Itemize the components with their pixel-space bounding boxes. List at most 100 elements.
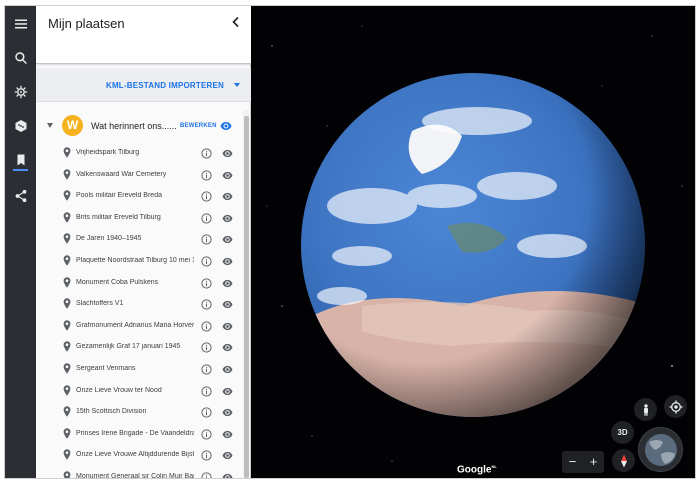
- list-item[interactable]: Monument Coba Pulskens: [36, 273, 242, 294]
- earth-globe[interactable]: [252, 6, 696, 479]
- info-icon[interactable]: [201, 321, 212, 332]
- visibility-eye-icon[interactable]: [222, 214, 233, 223]
- place-pin-icon: [63, 449, 71, 461]
- visibility-eye-icon[interactable]: [222, 408, 233, 417]
- visibility-eye-icon[interactable]: [222, 473, 233, 479]
- search-icon: [14, 52, 27, 64]
- chevron-left-icon[interactable]: [229, 15, 243, 29]
- info-icon[interactable]: [201, 277, 212, 289]
- visibility-eye-icon[interactable]: [222, 257, 233, 266]
- info-icon[interactable]: [201, 169, 212, 181]
- my-location-button[interactable]: [664, 395, 687, 418]
- voyager-button[interactable]: [5, 77, 36, 107]
- place-pin-icon: [63, 255, 71, 266]
- list-item[interactable]: Grafmonument Adrianus Maria Horvers: [36, 316, 242, 337]
- info-icon[interactable]: [201, 299, 212, 310]
- place-pin-icon: [63, 406, 71, 417]
- folder-name: Wat herinnert ons......: [91, 121, 177, 131]
- info-icon[interactable]: [201, 342, 212, 353]
- helm-icon: [14, 85, 27, 99]
- list-item-label: Valkenswaard War Cemetery: [76, 170, 167, 178]
- info-icon[interactable]: [201, 364, 212, 375]
- pegman-icon: [643, 403, 648, 416]
- list-item[interactable]: De Jaren 1940–1945: [36, 229, 242, 250]
- menu-button[interactable]: [5, 9, 36, 39]
- folder-row[interactable]: W Wat herinnert ons...... BEWERKEN: [36, 110, 242, 142]
- list-item[interactable]: Slachtoffers V1: [36, 294, 242, 315]
- visibility-eye-icon[interactable]: [222, 279, 233, 288]
- info-icon[interactable]: [201, 256, 212, 267]
- compass-icon: [620, 454, 627, 467]
- expand-triangle-icon[interactable]: [47, 123, 53, 128]
- zoom-control: − +: [562, 451, 604, 473]
- visibility-eye-icon[interactable]: [222, 365, 233, 374]
- place-pin-icon: [63, 471, 71, 478]
- crosshair-icon: [669, 400, 682, 413]
- place-pin-icon: [63, 168, 71, 180]
- info-icon[interactable]: [201, 429, 212, 440]
- compass-button[interactable]: [612, 449, 635, 472]
- info-icon[interactable]: [201, 407, 212, 418]
- list-item[interactable]: Onze Lieve Vrouwe Altijddurende Bijsta..…: [36, 445, 242, 466]
- visibility-eye-icon[interactable]: [222, 322, 233, 331]
- visibility-eye-icon[interactable]: [222, 343, 233, 352]
- left-rail: [5, 6, 36, 478]
- panel-title: Mijn plaatsen: [48, 16, 125, 31]
- list-item-label: De Jaren 1940–1945: [76, 235, 142, 243]
- place-pin-icon: [63, 428, 71, 439]
- place-pin-icon: [63, 320, 71, 331]
- visibility-eye-icon[interactable]: [222, 149, 233, 158]
- visibility-eye-icon[interactable]: [222, 192, 233, 201]
- globe-view[interactable]: 3D − + GoogleNL: [252, 6, 696, 479]
- edit-button[interactable]: BEWERKEN: [180, 123, 217, 129]
- info-icon[interactable]: [201, 234, 212, 245]
- list-item[interactable]: Onze Lieve Vrouw ter Nood: [36, 381, 242, 402]
- info-icon[interactable]: [201, 191, 212, 202]
- info-icon[interactable]: [201, 148, 212, 159]
- zoom-in-button[interactable]: +: [590, 451, 598, 473]
- place-pin-icon: [63, 147, 71, 158]
- visibility-eye-icon[interactable]: [220, 121, 232, 131]
- pegman-button[interactable]: [634, 398, 657, 421]
- scrollbar-thumb[interactable]: [244, 116, 249, 478]
- list-item[interactable]: Prinses Irene Brigade - De Vaandeldrager: [36, 424, 242, 445]
- info-icon[interactable]: [201, 213, 212, 224]
- dropdown-arrow-icon[interactable]: [234, 83, 240, 87]
- visibility-eye-icon[interactable]: [222, 235, 233, 244]
- google-logo-text: Google: [457, 464, 492, 476]
- active-indicator: [13, 169, 28, 171]
- bookmark-icon: [17, 154, 24, 166]
- list-item[interactable]: Valkenswaard War Cemetery: [36, 165, 242, 186]
- 3d-button[interactable]: 3D: [611, 421, 634, 444]
- list-item[interactable]: Vrijheidspark Tilburg: [36, 143, 242, 164]
- list-item[interactable]: Sergeant Venmans: [36, 359, 242, 380]
- list-item[interactable]: Brits militair Ereveld Tilburg: [36, 208, 242, 229]
- place-pin-icon: [63, 384, 71, 396]
- list-item[interactable]: Pools militair Ereveld Breda: [36, 186, 242, 207]
- list-item-label: Grafmonument Adrianus Maria Horvers: [76, 321, 194, 329]
- list-item[interactable]: Monument Generaal sir Colin Muir Barb...: [36, 467, 242, 479]
- visibility-eye-icon[interactable]: [222, 451, 233, 460]
- visibility-eye-icon[interactable]: [222, 387, 233, 396]
- visibility-eye-icon[interactable]: [222, 300, 233, 309]
- list-item[interactable]: Plaquette Noordstraat Tilburg 10 mei 1..…: [36, 251, 242, 272]
- mini-globe-button[interactable]: [638, 427, 683, 472]
- zoom-out-button[interactable]: −: [569, 451, 577, 473]
- list-item[interactable]: Gezamenlijk Graf 17 januari 1945: [36, 337, 242, 358]
- feeling-lucky-button[interactable]: [5, 111, 36, 141]
- place-pin-icon: [63, 276, 71, 288]
- info-icon[interactable]: [201, 472, 212, 479]
- import-kml-button[interactable]: KML-BESTAND IMPORTEREN: [106, 81, 224, 90]
- share-button[interactable]: [5, 181, 36, 211]
- list-item[interactable]: 15th Scottisch Division: [36, 402, 242, 423]
- visibility-eye-icon[interactable]: [222, 171, 233, 180]
- search-button[interactable]: [5, 43, 36, 73]
- import-bar: KML-BESTAND IMPORTEREN: [36, 68, 251, 102]
- info-icon[interactable]: [201, 450, 212, 461]
- my-places-button[interactable]: [5, 145, 36, 175]
- info-icon[interactable]: [201, 385, 212, 397]
- list-item-label: Onze Lieve Vrouwe Altijddurende Bijsta..…: [76, 451, 194, 459]
- folder-avatar: W: [62, 115, 83, 136]
- visibility-eye-icon[interactable]: [222, 430, 233, 439]
- mini-globe-icon: [644, 433, 677, 466]
